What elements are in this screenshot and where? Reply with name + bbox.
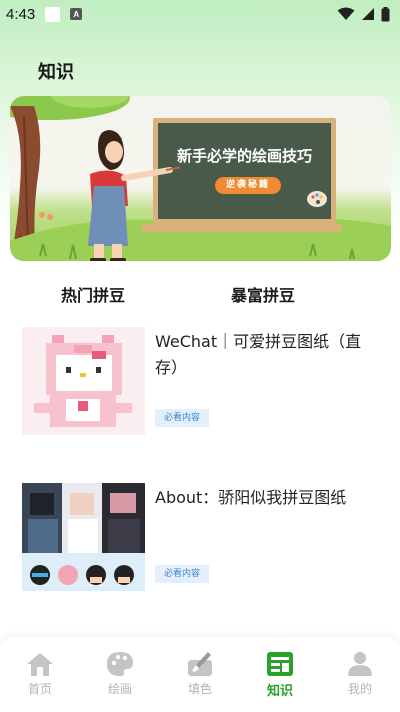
teacher-illustration bbox=[88, 130, 180, 261]
category-tabs: 热门拼豆 暴富拼豆 bbox=[0, 282, 400, 306]
tab-hot-beads[interactable]: 热门拼豆 bbox=[61, 282, 125, 306]
pixel-couple-image bbox=[22, 483, 145, 591]
item-badge: 必看内容 bbox=[155, 565, 209, 583]
status-bar: 4:43 A bbox=[0, 0, 400, 28]
board-pill: 逆袭秘籍 bbox=[215, 177, 281, 194]
item-title: About：骄阳似我拼豆图纸 bbox=[155, 488, 347, 507]
signal-icon bbox=[362, 8, 374, 20]
item-thumbnail bbox=[22, 327, 145, 435]
list-item[interactable]: WeChat｜可爱拼豆图纸（直存） 必看内容 bbox=[22, 327, 382, 437]
tab-rich-beads[interactable]: 暴富拼豆 bbox=[231, 282, 295, 306]
bottom-nav: 首页 绘画 填色 知识 我的 bbox=[0, 637, 400, 712]
nav-knowledge[interactable]: 知识 bbox=[250, 651, 310, 699]
board-title: 新手必学的绘画技巧 bbox=[176, 147, 312, 165]
knowledge-icon bbox=[267, 652, 293, 676]
nav-label-profile: 我的 bbox=[347, 682, 372, 696]
nav-label-draw: 绘画 bbox=[107, 682, 132, 696]
nav-profile[interactable]: 我的 bbox=[330, 651, 390, 697]
palette-illustration-icon bbox=[307, 191, 327, 207]
nav-label-fill: 填色 bbox=[187, 682, 212, 696]
banner[interactable]: 新手必学的绘画技巧 逆袭秘籍 bbox=[10, 96, 391, 261]
page-title: 知识 bbox=[38, 62, 74, 83]
pixel-pig-kitty-image bbox=[22, 327, 145, 435]
wifi-icon bbox=[337, 7, 355, 20]
status-time: 4:43 bbox=[6, 5, 36, 23]
notification-square-icon bbox=[45, 6, 61, 22]
item-thumbnail bbox=[22, 483, 145, 591]
palette-icon bbox=[107, 652, 133, 676]
nav-label-home: 首页 bbox=[27, 682, 52, 696]
battery-icon bbox=[381, 6, 390, 21]
notification-a-icon: A bbox=[70, 8, 83, 20]
paint-brush-icon bbox=[188, 652, 212, 676]
nav-draw[interactable]: 绘画 bbox=[90, 651, 150, 697]
item-title: WeChat｜可爱拼豆图纸（直存） bbox=[155, 332, 362, 377]
nav-home[interactable]: 首页 bbox=[10, 651, 70, 697]
nav-fill[interactable]: 填色 bbox=[170, 651, 230, 697]
person-icon bbox=[348, 652, 372, 676]
nav-label-knowledge: 知识 bbox=[266, 684, 293, 699]
home-icon bbox=[27, 653, 53, 676]
chalkboard: 新手必学的绘画技巧 逆袭秘籍 bbox=[153, 118, 336, 224]
item-badge: 必看内容 bbox=[155, 409, 209, 427]
list-item[interactable]: About：骄阳似我拼豆图纸 必看内容 bbox=[22, 483, 382, 593]
